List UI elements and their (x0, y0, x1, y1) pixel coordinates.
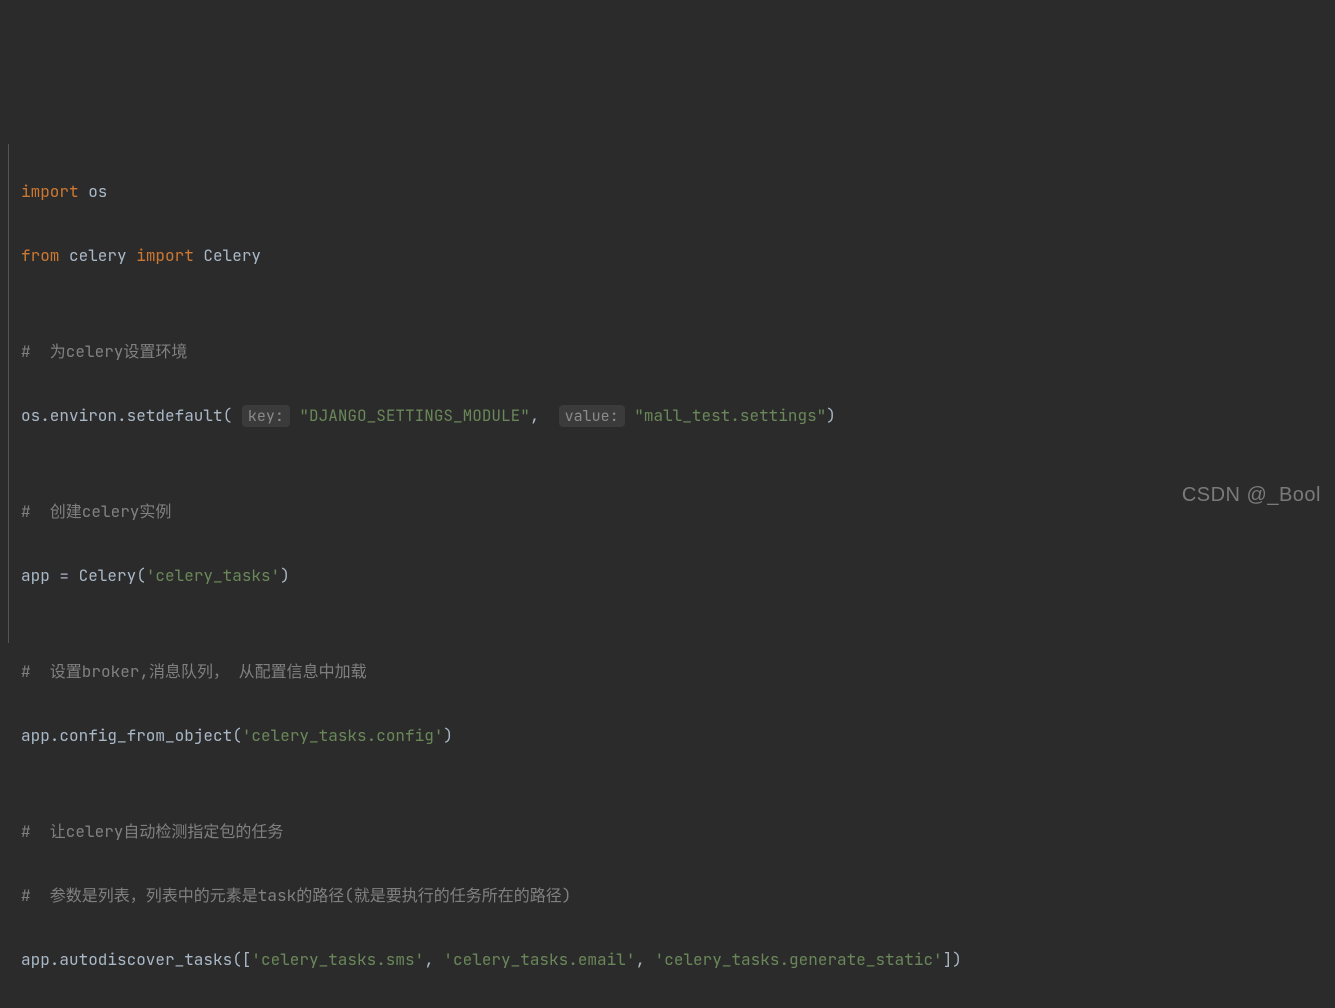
module-os: os (79, 181, 108, 202)
comment-line: # 参数是列表，列表中的元素是task的路径(就是要执行的任务所在的路径) (21, 880, 1327, 912)
code-line: app = Celery('celery_tasks') (21, 560, 1327, 592)
code-line: import os (21, 176, 1327, 208)
close-paren: ) (826, 405, 836, 426)
code-line: app.config_from_object('celery_tasks.con… (21, 720, 1327, 752)
call-config-from-object: app.config_from_object( (21, 725, 242, 746)
keyword-import: import (21, 181, 79, 202)
call-autodiscover: app.autodiscover_tasks([ (21, 949, 251, 970)
comment-line: # 创建celery实例 (21, 496, 1327, 528)
param-hint-value: value: (559, 405, 625, 427)
comment-line: # 设置broker,消息队列， 从配置信息中加载 (21, 656, 1327, 688)
string-literal: "DJANGO_SETTINGS_MODULE" (290, 405, 530, 426)
close-paren: ) (443, 725, 453, 746)
class-celery: Celery (194, 245, 261, 266)
string-literal: 'celery_tasks' (146, 565, 280, 586)
keyword-from: from (21, 245, 59, 266)
string-literal: 'celery_tasks.sms' (251, 949, 424, 970)
watermark-text: CSDN @_Bool (1182, 475, 1321, 515)
module-celery: celery (59, 245, 136, 266)
string-literal: 'celery_tasks.config' (242, 725, 444, 746)
string-literal: "mall_test.settings" (625, 405, 827, 426)
separator: , (530, 405, 559, 426)
keyword-import: import (136, 245, 194, 266)
param-hint-key: key: (242, 405, 290, 427)
code-editor[interactable]: import os from celery import Celery # 为c… (8, 144, 1327, 643)
code-line: from celery import Celery (21, 240, 1327, 272)
separator: , (424, 949, 443, 970)
call-setdefault: os.environ.setdefault( (21, 405, 232, 426)
string-literal: 'celery_tasks.email' (443, 949, 635, 970)
code-line: app.autodiscover_tasks(['celery_tasks.sm… (21, 944, 1327, 976)
assign-app: app = Celery( (21, 565, 146, 586)
close-bracket: ]) (943, 949, 962, 970)
close-paren: ) (280, 565, 290, 586)
code-line: os.environ.setdefault( key: "DJANGO_SETT… (21, 400, 1327, 432)
string-literal: 'celery_tasks.generate_static' (655, 949, 943, 970)
comment-line: # 让celery自动检测指定包的任务 (21, 816, 1327, 848)
comment-line: # 为celery设置环境 (21, 336, 1327, 368)
separator: , (635, 949, 654, 970)
